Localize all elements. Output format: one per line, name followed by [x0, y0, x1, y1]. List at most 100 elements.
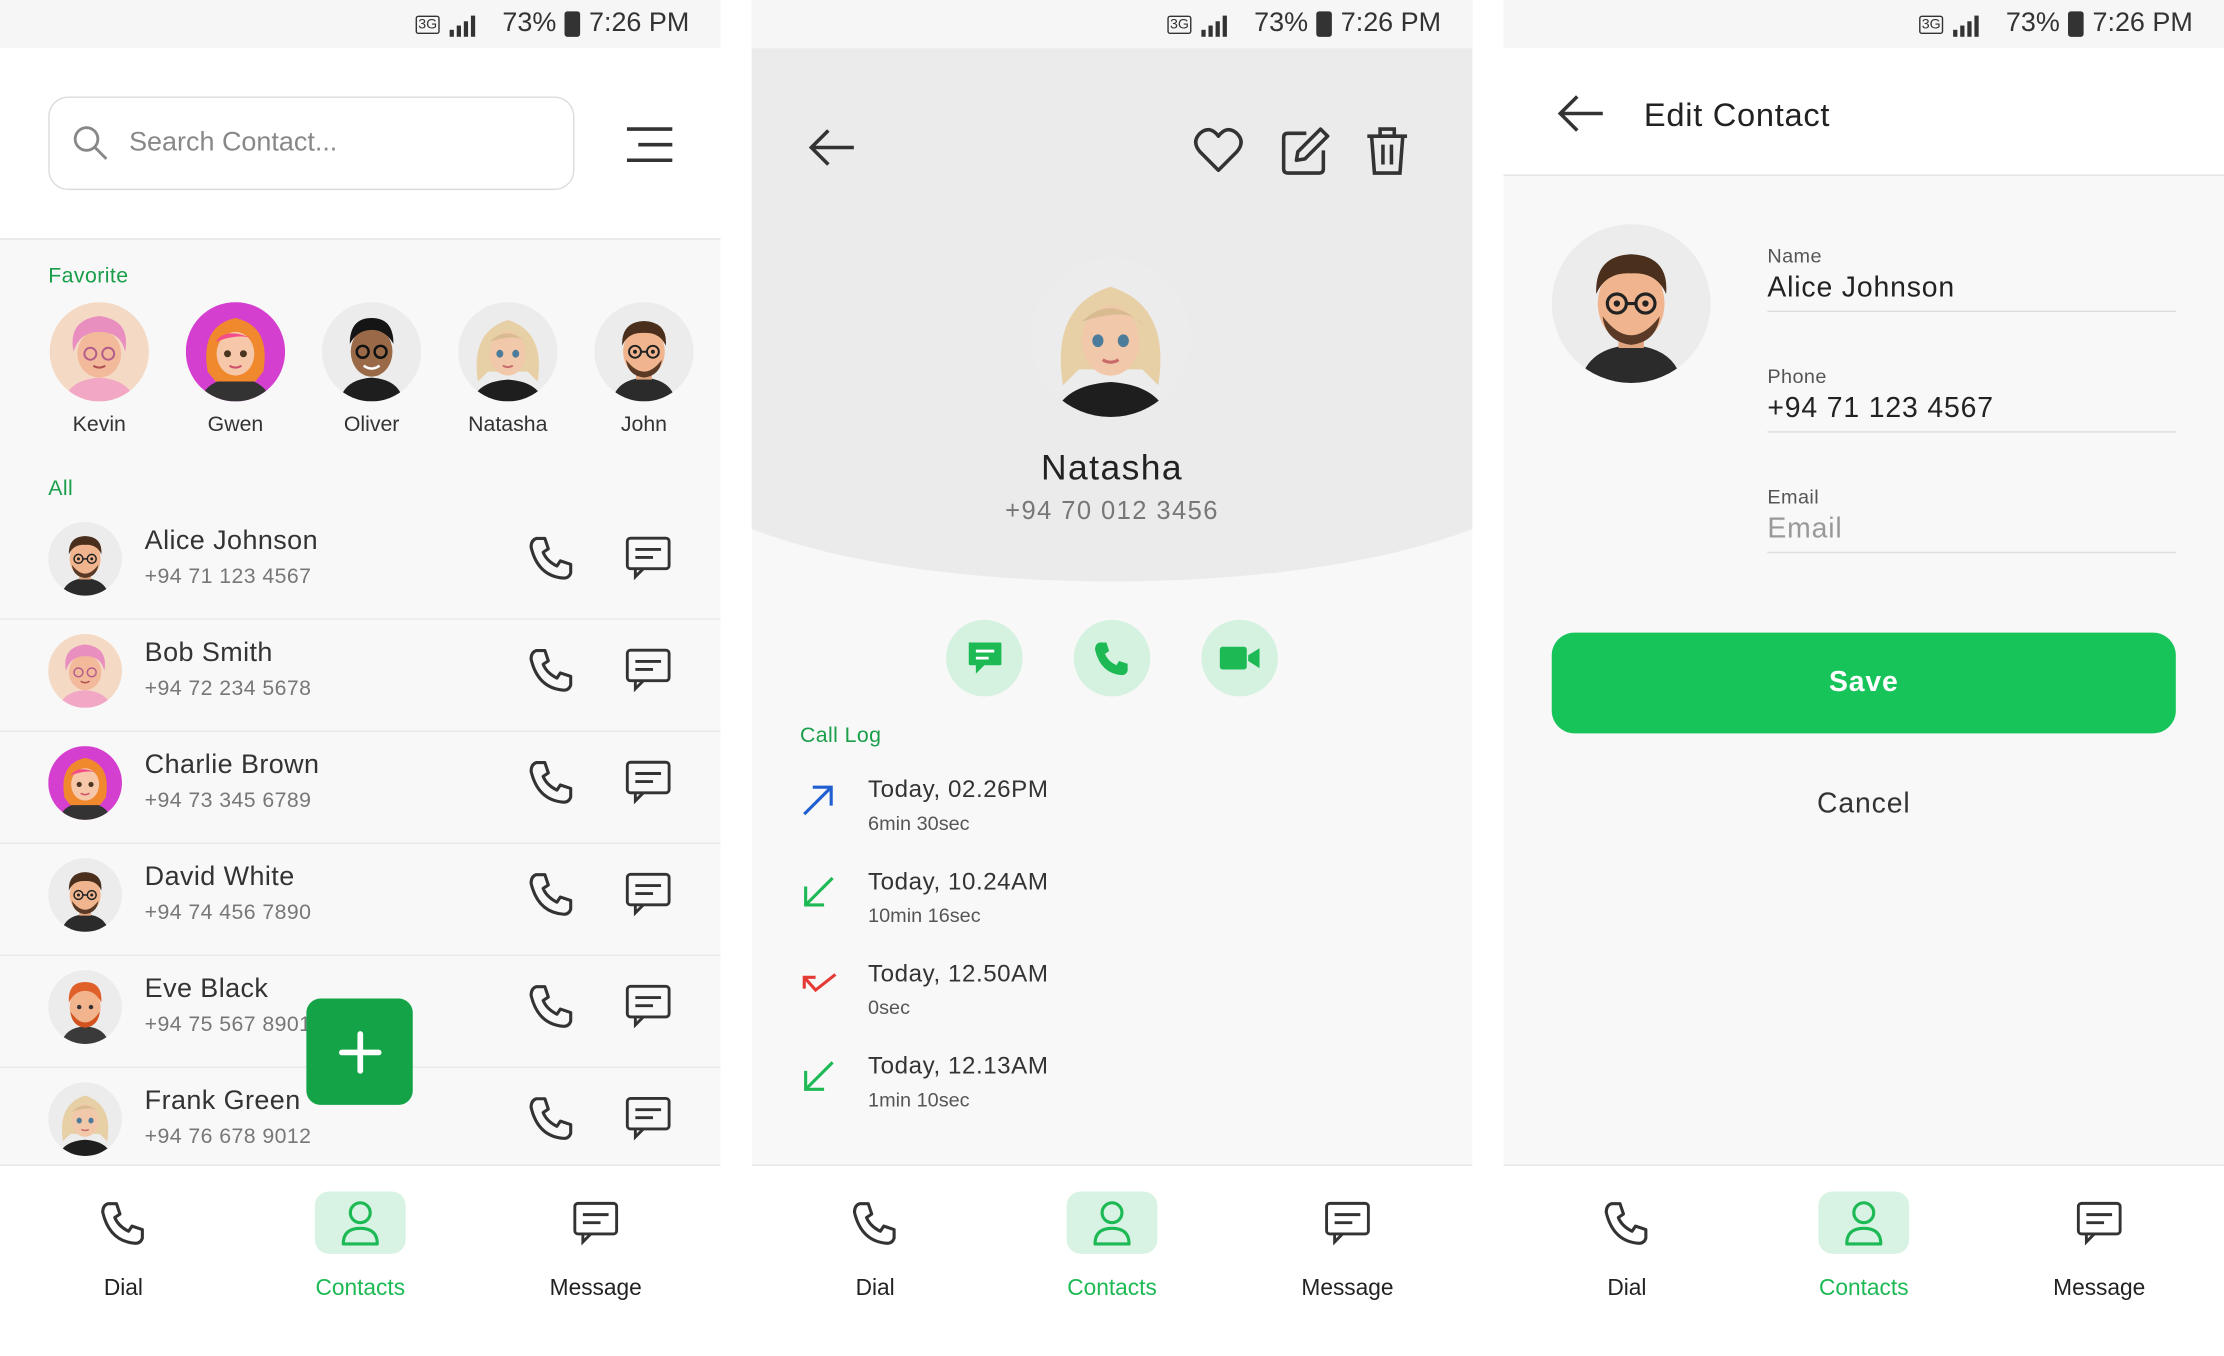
- phone-icon[interactable]: [528, 869, 576, 917]
- network-indicator: 3G: [415, 14, 440, 34]
- list-item[interactable]: Charlie Brown +94 73 345 6789: [0, 732, 721, 844]
- call-log-item[interactable]: Today, 10.24AM 10min 16sec: [800, 868, 1396, 939]
- add-contact-button[interactable]: [306, 998, 413, 1105]
- contact-name: Alice Johnson: [144, 526, 319, 557]
- clock: 7:26 PM: [588, 8, 690, 39]
- nav-message[interactable]: Message: [2021, 1191, 2177, 1302]
- list-item[interactable]: Alice Johnson +94 71 123 4567: [0, 508, 721, 620]
- favorite-item-natasha[interactable]: Natasha: [444, 302, 572, 437]
- nav-message[interactable]: Message: [518, 1191, 674, 1302]
- nav-contacts[interactable]: Contacts: [282, 1191, 438, 1302]
- email-input[interactable]: [1767, 513, 2176, 547]
- contact-phone: +94 76 678 9012: [144, 1124, 312, 1149]
- message-icon[interactable]: [624, 982, 672, 1030]
- avatar: [48, 970, 122, 1044]
- edit-contact-screen: 3G 73% 7:26 PM Edit Contact Name Phone E…: [1503, 0, 2224, 1356]
- save-button[interactable]: Save: [1551, 632, 2176, 734]
- contact-name: Natasha: [1041, 448, 1184, 488]
- avatar: [185, 302, 286, 402]
- nav-label: Contacts: [315, 1276, 406, 1301]
- back-arrow-icon[interactable]: [1555, 91, 1606, 136]
- contact-name: David White: [144, 862, 295, 893]
- call-log-item[interactable]: Today, 12.50AM 0sec: [800, 960, 1396, 1031]
- heart-icon[interactable]: [1193, 125, 1244, 176]
- contacts-screen: 3G 73% 7:26 PM Favorite Kevin Gwen Olive…: [0, 0, 721, 1356]
- favorite-item-john[interactable]: John: [580, 302, 708, 437]
- message-icon[interactable]: [624, 757, 672, 805]
- battery-icon: [564, 11, 581, 37]
- contacts-header: [0, 48, 721, 240]
- call-log-label: Call Log: [799, 723, 882, 748]
- search-box[interactable]: [48, 96, 575, 191]
- nav-dial[interactable]: Dial: [45, 1191, 201, 1302]
- phone-icon[interactable]: [528, 757, 576, 805]
- call-log-item[interactable]: Today, 12.13AM 1min 10sec: [800, 1052, 1396, 1123]
- video-call-button[interactable]: [1201, 619, 1278, 697]
- call-log-item[interactable]: Today, 02.26PM 6min 30sec: [800, 776, 1396, 847]
- message-icon: [1325, 1201, 1370, 1244]
- clock: 7:26 PM: [2092, 8, 2193, 39]
- nav-dial[interactable]: Dial: [1549, 1191, 1705, 1302]
- clock: 7:26 PM: [1340, 8, 1442, 39]
- favorite-name: John: [620, 412, 668, 437]
- nav-contacts[interactable]: Contacts: [1034, 1191, 1190, 1302]
- bottom-nav: Dial Contacts Message: [0, 1164, 721, 1356]
- nav-message[interactable]: Message: [1269, 1191, 1425, 1302]
- avatar: [49, 302, 149, 402]
- missed-call-icon: [802, 973, 837, 993]
- signal-icon: [1201, 15, 1228, 37]
- message-icon[interactable]: [624, 869, 672, 917]
- message-icon[interactable]: [624, 1094, 672, 1142]
- video-icon: [1219, 646, 1260, 670]
- back-arrow-icon[interactable]: [806, 122, 857, 173]
- phone-icon: [1604, 1202, 1648, 1245]
- battery-icon: [2068, 11, 2084, 37]
- battery-percent: 73%: [1254, 8, 1309, 39]
- nav-contacts[interactable]: Contacts: [1786, 1191, 1942, 1302]
- bottom-nav: Dial Contacts Message: [751, 1164, 1473, 1356]
- incoming-call-icon: [804, 876, 834, 907]
- contact-name: Eve Black: [144, 974, 269, 1005]
- contact-phone: +94 73 345 6789: [144, 788, 312, 813]
- avatar: [48, 1082, 122, 1156]
- contact-phone: +94 71 123 4567: [144, 564, 312, 589]
- phone-icon[interactable]: [528, 1094, 576, 1142]
- message-button[interactable]: [946, 619, 1023, 697]
- cancel-button[interactable]: Cancel: [1552, 783, 2176, 826]
- person-icon: [341, 1201, 379, 1246]
- message-icon[interactable]: [624, 533, 672, 581]
- phone-input[interactable]: [1767, 392, 2176, 426]
- list-item[interactable]: David White +94 74 456 7890: [0, 844, 721, 957]
- favorite-item-gwen[interactable]: Gwen: [172, 302, 300, 437]
- list-item[interactable]: Bob Smith +94 72 234 5678: [0, 620, 721, 732]
- menu-icon[interactable]: [621, 122, 678, 167]
- nav-label: Contacts: [1067, 1276, 1157, 1301]
- call-time: Today, 10.24AM: [868, 868, 1049, 896]
- phone-icon[interactable]: [528, 533, 576, 581]
- edit-icon[interactable]: [1281, 125, 1332, 176]
- message-icon: [573, 1201, 619, 1244]
- avatar: [48, 858, 122, 932]
- outgoing-call-icon: [803, 785, 833, 816]
- avatar[interactable]: [1551, 224, 1711, 383]
- name-input[interactable]: [1767, 272, 2176, 305]
- incoming-call-icon: [804, 1061, 834, 1091]
- contact-name: Frank Green: [144, 1086, 301, 1117]
- phone-icon[interactable]: [528, 645, 576, 693]
- status-bar: 3G 73% 7:26 PM: [1503, 0, 2224, 49]
- trash-icon[interactable]: [1365, 125, 1410, 176]
- search-input[interactable]: [129, 127, 527, 159]
- message-icon[interactable]: [624, 645, 672, 693]
- favorite-item-kevin[interactable]: Kevin: [35, 302, 163, 437]
- avatar: [458, 302, 558, 402]
- network-indicator: 3G: [1167, 14, 1192, 34]
- edit-header: Edit Contact: [1503, 48, 2224, 176]
- nav-label: Dial: [855, 1276, 895, 1301]
- search-icon: [73, 126, 108, 160]
- phone-icon[interactable]: [528, 982, 576, 1030]
- nav-dial[interactable]: Dial: [797, 1191, 953, 1302]
- contact-name: Bob Smith: [144, 638, 273, 669]
- signal-icon: [1953, 15, 1979, 37]
- call-button[interactable]: [1073, 619, 1151, 697]
- favorite-item-oliver[interactable]: Oliver: [308, 302, 436, 437]
